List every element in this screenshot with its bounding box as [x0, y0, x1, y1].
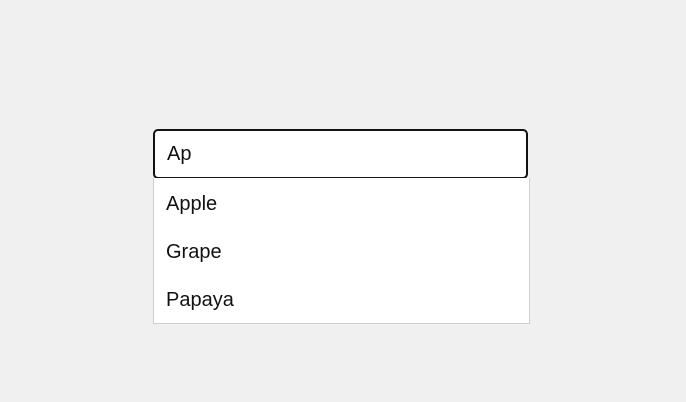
suggestion-list: Apple Grape Papaya	[153, 178, 530, 324]
suggestion-item-apple[interactable]: Apple	[154, 178, 529, 228]
page-background: Apple Grape Papaya	[0, 0, 686, 402]
search-input[interactable]	[153, 129, 528, 179]
suggestion-item-papaya[interactable]: Papaya	[154, 276, 529, 324]
autocomplete-widget: Apple Grape Papaya	[153, 129, 530, 324]
suggestion-item-grape[interactable]: Grape	[154, 228, 529, 276]
